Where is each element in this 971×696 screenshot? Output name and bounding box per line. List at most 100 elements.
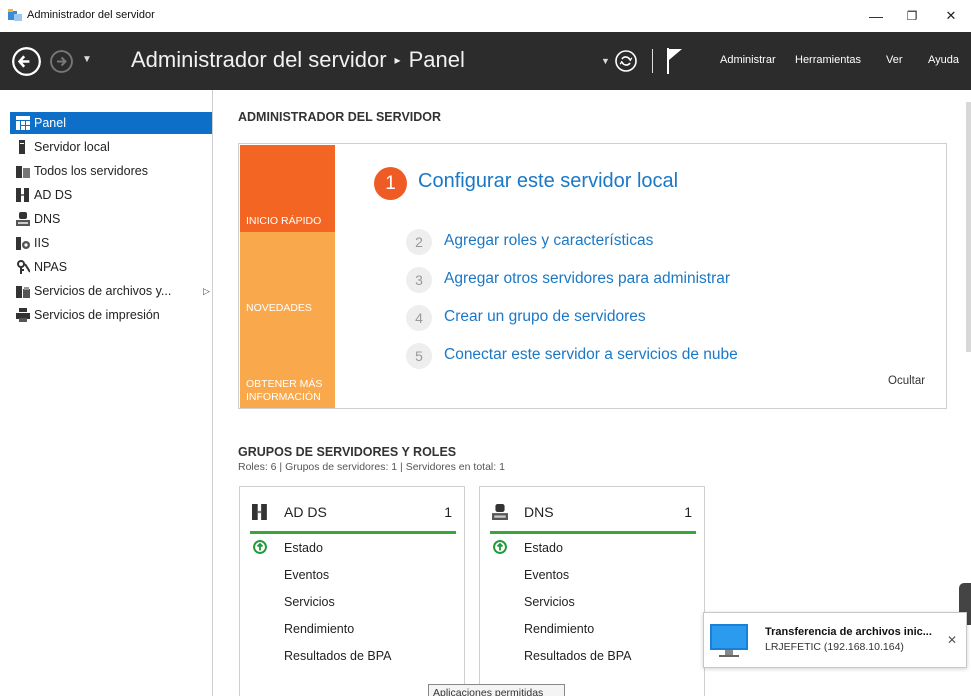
menu-herramientas[interactable]: Herramientas [795, 54, 861, 66]
scrollbar-thumb[interactable] [966, 102, 971, 352]
forward-button[interactable] [50, 50, 73, 73]
tooltip: Aplicaciones permitidas [428, 684, 565, 696]
tile-inicio-rapido[interactable]: INICIO RÁPIDO [240, 145, 335, 232]
menu-administrar[interactable]: Administrar [720, 54, 776, 66]
refresh-icon[interactable] [614, 49, 638, 73]
step-link[interactable]: Conectar este servidor a servicios de nu… [444, 346, 738, 364]
groups-section-title: GRUPOS DE SERVIDORES Y ROLES [238, 445, 457, 459]
servers-icon [16, 166, 30, 178]
sidebar-item-servicios-de-impresion[interactable]: Servicios de impresión [10, 304, 212, 326]
role-card-row-estado[interactable]: Estado [284, 541, 323, 555]
window-title: Administrador del servidor [27, 9, 155, 21]
dns-icon [16, 212, 30, 226]
iis-icon [16, 237, 30, 250]
status-up-arrow-icon [493, 540, 507, 554]
role-card-row-servicios[interactable]: Servicios [524, 595, 575, 609]
directory-icon [252, 504, 267, 520]
sidebar-item-label: NPAS [34, 260, 68, 274]
sidebar-item-servicios-de-archivos[interactable]: Servicios de archivos y... ▷ [10, 280, 212, 302]
printer-icon [16, 308, 30, 322]
role-card-row-rendimiento[interactable]: Rendimiento [284, 622, 354, 636]
notifications-flag-icon[interactable] [667, 48, 683, 74]
sidebar-item-label: Servidor local [34, 140, 110, 154]
submenu-arrow-icon[interactable]: ▷ [203, 280, 210, 302]
directory-icon [16, 188, 29, 202]
tile-label: NOVEDADES [246, 302, 312, 314]
sidebar-item-todos-los-servidores[interactable]: Todos los servidores [10, 160, 212, 182]
breadcrumb-current: Panel [408, 47, 465, 72]
status-bar [490, 531, 696, 534]
page-title: ADMINISTRADOR DEL SERVIDOR [238, 110, 442, 124]
sidebar-item-label: Todos los servidores [34, 164, 148, 178]
role-card-row-estado[interactable]: Estado [524, 541, 563, 555]
role-card-title[interactable]: DNS [524, 504, 554, 520]
role-card-row-bpa[interactable]: Resultados de BPA [284, 649, 391, 663]
step-number-badge: 3 [406, 267, 432, 293]
close-button[interactable]: ✕ [941, 6, 961, 26]
file-services-icon [16, 286, 30, 298]
server-icon [19, 140, 25, 154]
step-link[interactable]: Crear un grupo de servidores [444, 308, 646, 326]
quick-start-panel: INICIO RÁPIDO NOVEDADES OBTENER MÁS INFO… [238, 143, 947, 409]
npas-icon [17, 260, 30, 274]
sidebar-item-label: Panel [34, 116, 66, 130]
role-card-dns[interactable]: DNS 1 Estado Eventos Servicios Rendimien… [479, 486, 705, 696]
step-link[interactable]: Agregar roles y características [444, 232, 653, 250]
refresh-dropdown-icon[interactable]: ▼ [601, 56, 610, 66]
status-bar [250, 531, 456, 534]
header-divider [652, 49, 653, 73]
sidebar-item-label: DNS [34, 212, 61, 226]
minimize-button[interactable]: — [866, 6, 886, 26]
step-number-badge: 4 [406, 305, 432, 331]
dns-icon [492, 504, 508, 520]
toast-title: Transferencia de archivos inic... [765, 626, 932, 638]
step-number-badge: 5 [406, 343, 432, 369]
breadcrumb-app[interactable]: Administrador del servidor [131, 47, 387, 72]
sidebar-item-label: Servicios de impresión [34, 308, 160, 322]
sidebar: Panel Servidor local Todos los servidore… [0, 90, 213, 696]
app-header: ▼ Administrador del servidor ▸ Panel ▼ Adm… [0, 32, 971, 90]
role-card-row-eventos[interactable]: Eventos [524, 568, 569, 582]
role-card-row-rendimiento[interactable]: Rendimiento [524, 622, 594, 636]
role-card-title[interactable]: AD DS [284, 504, 327, 520]
sidebar-item-label: IIS [34, 236, 50, 250]
sidebar-item-servidor-local[interactable]: Servidor local [10, 136, 212, 158]
sidebar-item-label: Servicios de archivos y... [34, 284, 172, 298]
role-card-count: 1 [684, 504, 692, 520]
step-number-badge: 2 [406, 229, 432, 255]
monitor-icon [710, 624, 748, 657]
step-number-badge: 1 [374, 167, 407, 200]
sidebar-item-label: AD DS [34, 188, 73, 202]
groups-summary: Roles: 6 | Grupos de servidores: 1 | Ser… [238, 461, 505, 473]
notification-toast[interactable]: Transferencia de archivos inic... LRJEFE… [703, 612, 967, 668]
status-up-arrow-icon [253, 540, 267, 554]
sidebar-item-dns[interactable]: DNS [10, 208, 212, 230]
tile-obtener-mas-informacion[interactable]: OBTENER MÁS INFORMACIÓN [240, 319, 335, 408]
role-card-row-eventos[interactable]: Eventos [284, 568, 329, 582]
server-manager-icon [8, 9, 22, 21]
back-button[interactable] [12, 47, 41, 76]
role-card-count: 1 [444, 504, 452, 520]
sidebar-item-npas[interactable]: NPAS [10, 256, 212, 278]
step-link[interactable]: Configurar este servidor local [418, 170, 678, 193]
restore-button[interactable]: ❐ [902, 6, 922, 26]
role-card-ad-ds[interactable]: AD DS 1 Estado Eventos Servicios Rendimi… [239, 486, 465, 696]
toast-subtitle: LRJEFETIC (192.168.10.164) [765, 641, 904, 653]
role-card-row-bpa[interactable]: Resultados de BPA [524, 649, 631, 663]
breadcrumb-separator: ▸ [394, 53, 401, 67]
menu-ver[interactable]: Ver [886, 54, 903, 66]
role-card-row-servicios[interactable]: Servicios [284, 595, 335, 609]
sidebar-item-panel[interactable]: Panel [10, 112, 212, 134]
step-link[interactable]: Agregar otros servidores para administra… [444, 270, 730, 288]
sidebar-item-iis[interactable]: IIS [10, 232, 212, 254]
hide-quick-start-link[interactable]: Ocultar [888, 375, 925, 387]
window-titlebar: Administrador del servidor — ❐ ✕ [0, 0, 971, 32]
tile-label: INICIO RÁPIDO [246, 215, 322, 227]
sidebar-item-ad-ds[interactable]: AD DS [10, 184, 212, 206]
toast-close-button[interactable]: ✕ [947, 633, 957, 647]
menu-ayuda[interactable]: Ayuda [928, 54, 959, 66]
breadcrumb: Administrador del servidor ▸ Panel [131, 47, 465, 73]
tile-label: OBTENER MÁS INFORMACIÓN [246, 378, 323, 403]
tile-novedades[interactable]: NOVEDADES [240, 232, 335, 319]
history-dropdown-icon[interactable]: ▼ [82, 54, 92, 65]
